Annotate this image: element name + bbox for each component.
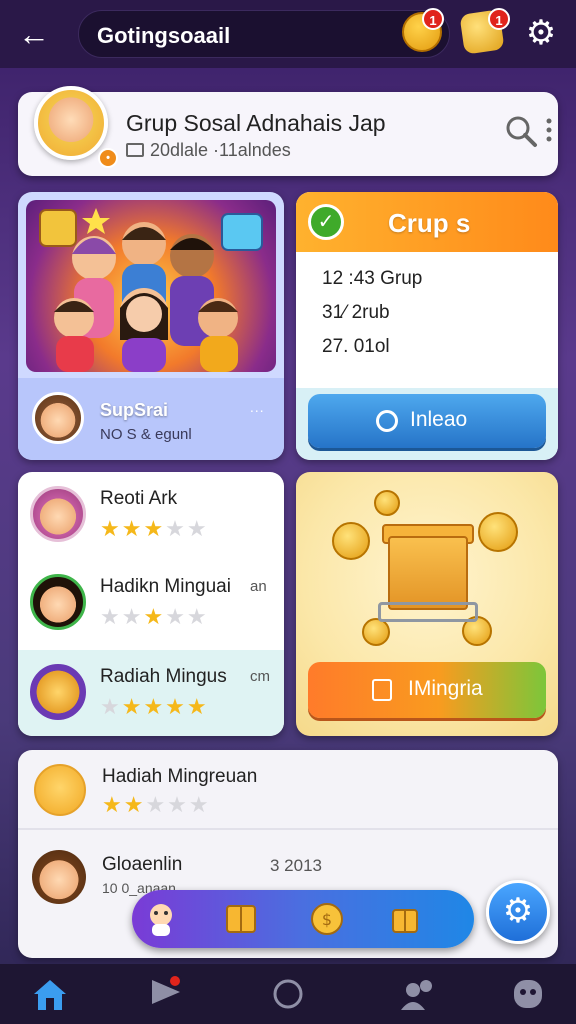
photo-card-more-icon[interactable]: ∙∙∙	[250, 402, 265, 418]
claim-reward-button-label: IMingria	[408, 677, 483, 700]
coin-icon[interactable]: $	[308, 900, 346, 938]
gift-box-stand	[378, 602, 478, 622]
claim-reward-button[interactable]: IMingria	[308, 662, 546, 718]
svg-text:$: $	[322, 910, 332, 929]
stats-card-header: ✓ Crup s	[296, 192, 558, 252]
top-app-bar: ← Gotingsoaail 1 1 ⚙	[0, 0, 576, 68]
circle-icon	[376, 410, 398, 432]
group-stats-card: ✓ Crup s 12 :43 Grup 31⁄ 2rub 27. 01ol I…	[296, 192, 558, 460]
list-item-name: Hadiah Mingreuan	[102, 766, 258, 787]
back-arrow-icon[interactable]: ←	[14, 14, 54, 54]
list-item-avatar	[30, 664, 86, 720]
list-item-name: Radiah Mingus	[100, 666, 227, 687]
check-icon: ✓	[308, 204, 344, 240]
home-icon[interactable]	[30, 976, 70, 1012]
group-subtitle-text: 20dlale ·11alndes	[150, 140, 291, 160]
list-item-name: Reoti Ark	[100, 488, 178, 509]
star-rating: ★★★★★	[100, 604, 209, 629]
search-bar[interactable]: Gotingsoaail	[78, 10, 450, 58]
quick-action-strip: $	[132, 890, 474, 948]
list-item-meta: an	[250, 578, 267, 595]
book-icon[interactable]	[222, 900, 260, 938]
group-photo-card[interactable]: SupSrai NO S & egunl ∙∙∙	[18, 192, 284, 460]
group-header-card: • Grup Sosal Adnahais Jap 20dlale ·11aln…	[18, 86, 558, 176]
member-avatar[interactable]	[32, 392, 84, 444]
member-avatar[interactable]	[32, 850, 86, 904]
weekly-reward-card: IMingria	[296, 472, 558, 736]
stats-card-title: Crup s	[388, 208, 471, 238]
search-bar-text: Gotingsoaail	[97, 23, 231, 48]
stats-action-button-label: Inleao	[410, 408, 468, 431]
list-item[interactable]: Hadiah Mingreuan ★★★★★	[18, 750, 558, 830]
star-rating: ★★★★★	[102, 792, 211, 817]
coin-icon	[332, 522, 370, 560]
settings-fab[interactable]: ⚙	[486, 880, 550, 944]
list-item-avatar	[30, 486, 86, 542]
more-vertical-icon[interactable]	[546, 118, 552, 142]
coin-icon	[374, 490, 400, 516]
gift-icon[interactable]	[386, 900, 424, 938]
list-item-avatar	[30, 574, 86, 630]
reward-list-card: Reoti Ark ★★★★★ Hadikn Minguai an ★★★★★ …	[18, 472, 284, 736]
list-item[interactable]: Hadikn Minguai an ★★★★★	[18, 560, 284, 642]
mascot-icon[interactable]	[142, 900, 180, 938]
coin-icon	[362, 618, 390, 646]
search-icon[interactable]	[504, 114, 538, 148]
calendar-icon	[126, 143, 144, 157]
group-subtitle: 20dlale ·11alndes	[126, 140, 291, 161]
avatar-status-badge: •	[98, 148, 118, 168]
coin-icon	[478, 512, 518, 552]
stat-line: 27. 01ol	[322, 336, 390, 357]
photo-card-name: SupSrai	[100, 400, 169, 420]
group-photo[interactable]	[26, 200, 276, 372]
list-item-name: Hadikn Minguai	[100, 576, 231, 597]
list-item-value: 3 2013	[270, 856, 322, 875]
profile-icon[interactable]	[508, 976, 548, 1012]
list-item[interactable]: Reoti Ark ★★★★★	[18, 472, 284, 554]
photo-card-subtitle: NO S & egunl	[100, 426, 192, 443]
stats-action-button[interactable]: Inleao	[308, 394, 546, 448]
list-item[interactable]: Radiah Mingus cm ★★★★★	[18, 650, 284, 736]
coins-badge: 1	[422, 8, 444, 30]
group-title: Grup Sosal Adnahais Jap	[126, 110, 386, 136]
gear-icon[interactable]: ⚙	[520, 12, 562, 54]
chat-badge: 1	[488, 8, 510, 30]
group-illustration	[39, 208, 263, 372]
flag-badge	[168, 974, 182, 988]
gift-box-icon	[388, 536, 468, 610]
bottom-navigation	[0, 964, 576, 1024]
reward-icon	[372, 679, 392, 701]
gift-box-icon	[34, 764, 86, 816]
star-rating: ★★★★★	[100, 516, 209, 541]
circle-nav-icon[interactable]	[268, 976, 308, 1012]
star-rating: ★★★★★	[100, 694, 209, 719]
gear-icon: ⚙	[502, 892, 534, 930]
list-item-name: Gloaenlin	[102, 854, 183, 875]
group-avatar[interactable]	[34, 86, 108, 160]
stat-line: 12 :43 Grup	[322, 268, 423, 289]
stat-line: 31⁄ 2rub	[322, 302, 390, 323]
list-item-meta: cm	[250, 668, 270, 685]
people-icon[interactable]	[398, 976, 438, 1012]
